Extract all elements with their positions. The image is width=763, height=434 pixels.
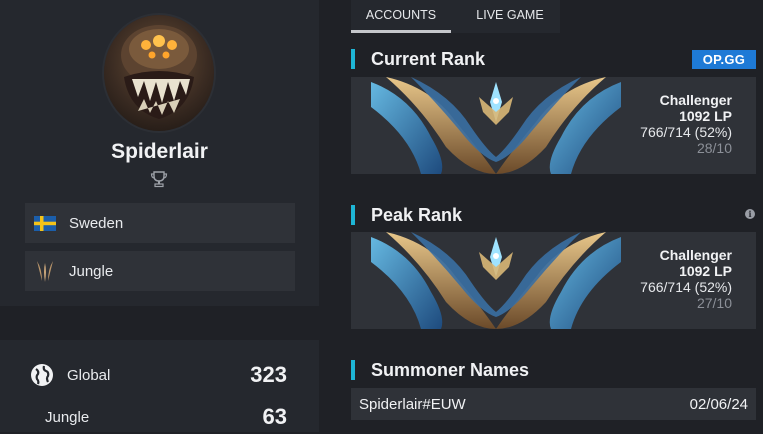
current-rank-lp: 1092 LP (679, 108, 732, 124)
peak-rank-tier: Challenger (659, 247, 732, 263)
peak-rank-title: Peak Rank (371, 204, 463, 225)
role-row[interactable]: Jungle (25, 251, 295, 291)
role-rank-value: 63 (262, 404, 287, 429)
sweden-flag-icon (33, 211, 57, 235)
peak-rank-lp: 1092 LP (679, 263, 732, 279)
current-rank-card: Challenger 1092 LP 766/714 (52%) 28/10 (351, 77, 756, 174)
global-rank-label: Global (67, 366, 111, 384)
challenger-emblem-icon (371, 77, 621, 174)
region-label: Sweden (69, 214, 124, 232)
role-rank-label: Jungle (45, 408, 90, 426)
summoner-name-date: 02/06/24 (689, 395, 748, 413)
summoner-name: Spiderlair (111, 140, 208, 163)
summoner-avatar[interactable] (104, 15, 214, 131)
current-rank-header: Current Rank (351, 49, 485, 69)
tab-bar: ACCOUNTS LIVE GAME (351, 0, 560, 33)
peak-rank-details: Challenger 1092 LP 766/714 (52%) 27/10 (640, 247, 732, 311)
current-rank-date: 28/10 (696, 140, 732, 156)
role-label: Jungle (69, 262, 114, 280)
spider-champion-icon (121, 25, 197, 119)
summoner-names-title: Summoner Names (371, 359, 530, 380)
peak-rank-winloss: 766/714 (52%) (640, 279, 732, 295)
current-rank-winloss: 766/714 (52%) (640, 124, 732, 140)
section-accent-bar (351, 205, 355, 225)
current-rank-details: Challenger 1092 LP 766/714 (52%) 28/10 (640, 92, 732, 156)
trophy-icon (150, 170, 168, 188)
global-rank-value: 323 (250, 362, 287, 387)
global-rank-row: Global 323 (30, 358, 287, 392)
info-icon[interactable]: i (745, 209, 755, 219)
current-rank-tier: Challenger (659, 92, 732, 108)
ladder-stats-card: Global 323 Jungle 63 (0, 340, 319, 432)
challenger-emblem-icon (371, 232, 621, 329)
current-rank-title: Current Rank (371, 48, 486, 69)
globe-icon (30, 363, 54, 387)
tab-live-game[interactable]: LIVE GAME (463, 0, 557, 30)
region-row[interactable]: Sweden (25, 203, 295, 243)
role-rank-row: Jungle 63 (45, 400, 287, 434)
summoner-name-value: Spiderlair#EUW (359, 395, 466, 413)
section-accent-bar (351, 360, 355, 380)
summoner-name-entry[interactable]: Spiderlair#EUW 02/06/24 (351, 388, 756, 420)
profile-card: Spiderlair Sweden Jungle (0, 0, 319, 306)
section-accent-bar (351, 49, 355, 69)
peak-rank-date: 27/10 (696, 295, 732, 311)
peak-rank-card: Challenger 1092 LP 766/714 (52%) 27/10 (351, 232, 756, 329)
jungle-role-icon (33, 259, 57, 283)
opgg-link-button[interactable]: OP.GG (692, 50, 756, 69)
peak-rank-header: Peak Rank (351, 205, 462, 225)
summoner-names-header: Summoner Names (351, 360, 529, 380)
tab-accounts[interactable]: ACCOUNTS (351, 0, 451, 33)
